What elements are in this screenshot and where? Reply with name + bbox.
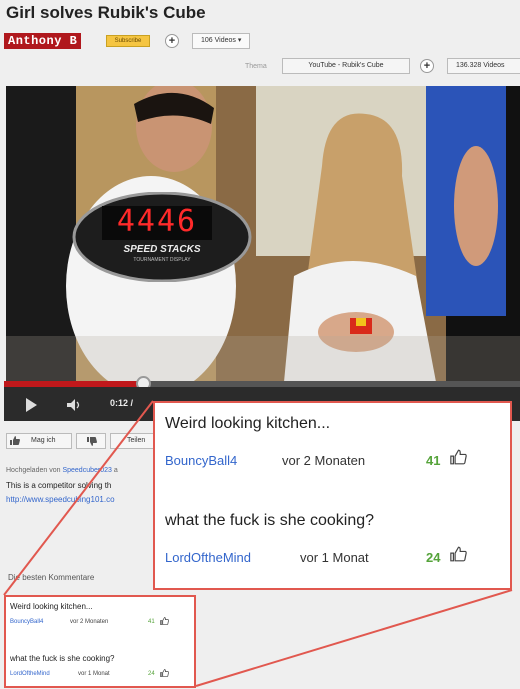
video-player[interactable]: 4446 SPEED STACKS TOURNAMENT DISPLAY (6, 86, 520, 382)
channel-name-badge[interactable]: Anthony B (4, 33, 82, 49)
timer-brand: SPEED STACKS (123, 244, 201, 255)
play-icon[interactable] (26, 398, 37, 412)
add-channel-button[interactable]: + (165, 34, 179, 48)
uploader-link[interactable]: Speedcuber023 (62, 467, 111, 474)
thumbs-up-icon (10, 436, 20, 445)
comment-votes: 24 (148, 671, 155, 677)
topic-label: Thema (245, 63, 267, 70)
speed-stacks-timer: 4446 SPEED STACKS TOURNAMENT DISPLAY (72, 192, 252, 282)
comment-time: vor 2 Monaten (282, 453, 366, 468)
comment-votes: 24 (426, 550, 441, 565)
plus-icon: + (168, 35, 176, 47)
video-title: Girl solves Rubik's Cube (6, 3, 206, 22)
share-button[interactable]: Teilen (110, 433, 158, 449)
thumbs-up-icon[interactable] (450, 449, 467, 465)
comment-author[interactable]: BouncyBall4 (10, 619, 43, 625)
thumbs-down-icon (87, 437, 97, 446)
comment-votes: 41 (148, 619, 155, 625)
plus-icon: + (423, 60, 431, 72)
volume-icon[interactable] (66, 398, 82, 412)
thumbs-up-icon[interactable] (160, 617, 169, 625)
description-text: This is a competitor solving th (6, 481, 112, 490)
subscribe-button[interactable]: Subscribe (106, 35, 150, 47)
comment-time: vor 1 Monat (78, 671, 110, 677)
topic-videos-count[interactable]: 136.328 Videos (447, 58, 520, 74)
timer-display: 4446 (116, 204, 198, 239)
timer-sub: TOURNAMENT DISPLAY (133, 257, 191, 263)
comment-author[interactable]: LordOftheMind (10, 671, 50, 677)
comment-time: vor 1 Monat (300, 550, 369, 565)
upload-info: Hochgeladen von Speedcuber023 a (6, 467, 118, 474)
dislike-button[interactable] (76, 433, 106, 449)
thumbs-up-icon[interactable] (450, 546, 467, 562)
best-comments-heading: Die besten Kommentare (8, 573, 95, 582)
comment-votes: 41 (426, 453, 441, 468)
topic-button[interactable]: YouTube - Rubik's Cube (282, 58, 410, 74)
comment-time: vor 2 Monaten (70, 619, 109, 625)
channel-videos-dropdown[interactable]: 106 Videos ▾ (192, 33, 251, 49)
comment-text: what the fuck is she cooking? (10, 654, 115, 663)
uploaded-prefix: Hochgeladen von (6, 467, 61, 474)
comment-author[interactable]: BouncyBall4 (165, 453, 237, 468)
comment-text: what the fuck is she cooking? (165, 512, 375, 529)
comment-author[interactable]: LordOftheMind (165, 550, 251, 565)
comment-text: Weird looking kitchen... (10, 602, 93, 611)
comment-text: Weird looking kitchen... (165, 415, 331, 432)
comments-list-original: Weird looking kitchen... BouncyBall4 vor… (4, 595, 196, 688)
add-topic-button[interactable]: + (420, 59, 434, 73)
time-display: 0:12 / (110, 398, 134, 408)
uploaded-suffix: a (113, 467, 118, 474)
description-link[interactable]: http://www.speedcubing101.co (6, 495, 115, 504)
thumbs-up-icon[interactable] (160, 669, 169, 677)
comments-zoom-callout: Weird looking kitchen... BouncyBall4 vor… (153, 401, 512, 590)
